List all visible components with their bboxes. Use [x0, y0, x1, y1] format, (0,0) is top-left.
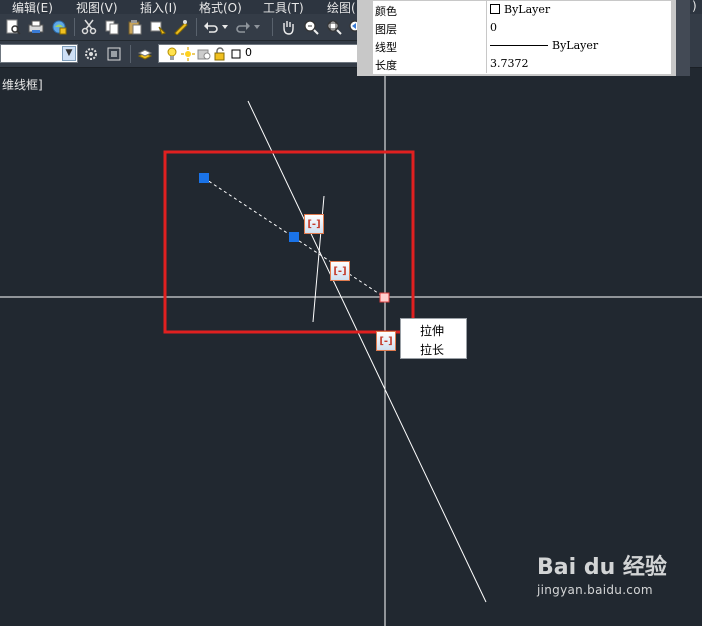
property-label: 长度 [375, 59, 397, 72]
property-value[interactable]: ByLayer [490, 3, 550, 16]
property-row-length[interactable]: 长度 3.7372 [373, 55, 671, 75]
color-swatch-icon [490, 4, 500, 14]
property-row-layer[interactable]: 图层 0 [373, 19, 671, 38]
panel-scrollbar[interactable] [676, 0, 690, 76]
grip-endpoint[interactable] [199, 173, 209, 183]
property-divider [486, 37, 487, 55]
linetype-sample [490, 45, 548, 46]
property-row-color[interactable]: 颜色 ByLayer [373, 1, 671, 20]
property-row-linetype[interactable]: 线型 ByLayer [373, 37, 671, 56]
property-value[interactable]: ByLayer [490, 39, 598, 52]
property-divider [486, 55, 487, 73]
grip-stretch-icon[interactable]: [-] [330, 261, 350, 281]
property-divider [486, 19, 487, 37]
watermark-logo: Bai du 经验 [537, 555, 667, 580]
property-label: 线型 [375, 41, 397, 54]
property-label: 图层 [375, 23, 397, 36]
grip-stretch-icon[interactable]: [-] [304, 214, 324, 234]
grip-context-menu: 拉伸 拉长 [400, 318, 467, 359]
baidu-watermark: Bai du 经验 jingyan.baidu.com [537, 549, 667, 597]
property-label: 颜色 [375, 5, 397, 18]
property-divider [486, 1, 487, 19]
hot-grip[interactable] [379, 292, 390, 303]
grip-midpoint[interactable] [289, 232, 299, 242]
menu-item-stretch[interactable]: 拉伸 [420, 322, 444, 339]
watermark-url: jingyan.baidu.com [537, 583, 653, 597]
drawing-canvas[interactable] [0, 0, 702, 626]
grip-lengthen-icon[interactable]: [-] [376, 331, 396, 351]
property-value[interactable]: 0 [490, 21, 497, 34]
menu-item-lengthen[interactable]: 拉长 [420, 341, 444, 358]
property-value[interactable]: 3.7372 [490, 57, 529, 70]
quick-properties-panel: 颜色 ByLayer 图层 0 线型 ByLayer 长度 3.7372 [357, 0, 676, 76]
